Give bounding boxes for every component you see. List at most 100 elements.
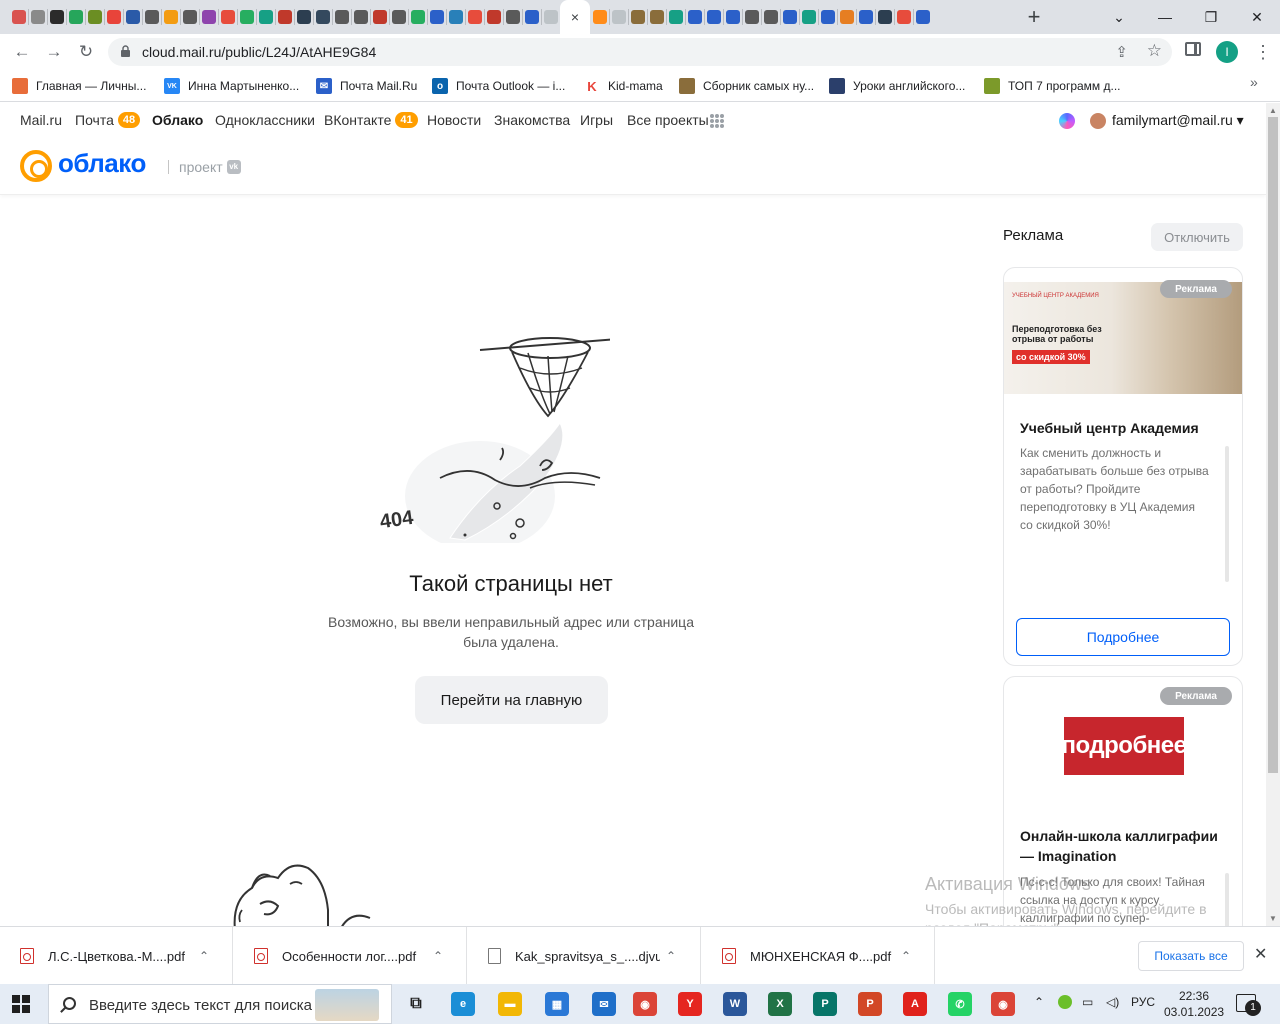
download-item[interactable]: Kak_spravitsya_s_....djvu ⌃ [468,927,701,985]
pinned-tab-17[interactable] [332,9,351,25]
close-tab-icon[interactable]: × [571,9,579,25]
background-tab-8[interactable] [742,9,761,25]
pinned-tab-0[interactable] [9,9,28,25]
share-icon[interactable]: ⇪ [1115,43,1128,61]
show-all-downloads-button[interactable]: Показать все [1138,941,1244,971]
chevron-up-icon[interactable]: ⌃ [433,949,443,963]
taskbar-clock[interactable]: 22:36 03.01.2023 [1164,988,1224,1020]
pinned-tab-1[interactable] [28,9,47,25]
ad-title-academy[interactable]: Учебный центр Академия [1020,418,1199,438]
cloud-logo-text[interactable]: облако [58,148,146,179]
portal-nav-item[interactable]: Облако [152,112,203,128]
pinned-tab-18[interactable] [351,9,370,25]
pinned-tab-11[interactable] [218,9,237,25]
background-tab-2[interactable] [628,9,647,25]
pinned-tab-24[interactable] [465,9,484,25]
background-tab-9[interactable] [761,9,780,25]
pinned-tab-14[interactable] [275,9,294,25]
pinned-tab-27[interactable] [522,9,541,25]
new-tab-button[interactable]: + [1024,5,1044,29]
pinned-tab-16[interactable] [313,9,332,25]
page-scrollbar[interactable]: ▲ ▼ [1266,103,1280,926]
tray-network-icon[interactable]: ▭ [1082,995,1093,1009]
excel-taskbar-icon[interactable]: X [768,992,792,1016]
tab-search-icon[interactable]: ⌄ [1096,0,1142,34]
pinned-tab-23[interactable] [446,9,465,25]
pinned-tab-8[interactable] [161,9,180,25]
portal-nav-item[interactable]: Игры [580,112,613,128]
bookmark-item[interactable]: VK Инна Мартыненко... [164,76,299,96]
portal-nav-item[interactable]: Знакомства [494,112,570,128]
pinned-tab-19[interactable] [370,9,389,25]
portal-nav-item[interactable]: Все проекты [627,112,709,128]
bookmark-item[interactable]: Главная — Личны... [12,76,146,96]
yandex-taskbar-icon[interactable]: Y [678,992,702,1016]
download-item[interactable]: Особенности лог....pdf ⌃ [234,927,467,985]
pinned-tab-20[interactable] [389,9,408,25]
pinned-tab-3[interactable] [66,9,85,25]
background-tab-6[interactable] [704,9,723,25]
pinned-tab-7[interactable] [142,9,161,25]
background-tab-14[interactable] [856,9,875,25]
background-tab-13[interactable] [837,9,856,25]
address-bar[interactable]: cloud.mail.ru/public/L24J/AtAHE9G84 ⇪ ☆ [108,38,1172,66]
pinned-tab-10[interactable] [199,9,218,25]
bookmark-item[interactable]: Сборник самых ну... [679,76,814,96]
cloud-logo-icon[interactable] [20,150,52,182]
background-tab-1[interactable] [609,9,628,25]
tray-app-icon[interactable] [1058,995,1072,1009]
all-projects-grid-icon[interactable] [710,114,724,128]
pinned-tab-21[interactable] [408,9,427,25]
bookmark-item[interactable]: K Kid-mama [584,76,663,96]
bookmark-item[interactable]: Уроки английского... [829,76,965,96]
url-text[interactable]: cloud.mail.ru/public/L24J/AtAHE9G84 [142,44,376,60]
pinned-tab-5[interactable] [104,9,123,25]
browser-menu-icon[interactable]: ⋮ [1254,40,1272,64]
pinned-tab-9[interactable] [180,9,199,25]
ad-card-academy[interactable]: УЧЕБНЫЙ ЦЕНТР АКАДЕМИЯ Переподготовка бе… [1003,267,1243,666]
maximize-button[interactable]: ❐ [1188,0,1234,34]
scroll-down-icon[interactable]: ▼ [1269,914,1277,923]
word-taskbar-icon[interactable]: W [723,992,747,1016]
publisher-taskbar-icon[interactable]: P [813,992,837,1016]
bookmark-item[interactable]: o Почта Outlook — i... [432,76,565,96]
active-tab[interactable]: × [560,0,590,34]
scrollbar-thumb[interactable] [1268,117,1278,773]
ad-more-button[interactable]: Подробнее [1016,618,1230,656]
chevron-up-icon[interactable]: ⌃ [901,949,911,963]
portal-nav-item[interactable]: Новости [427,112,481,128]
tray-volume-icon[interactable]: ◁) [1106,995,1119,1009]
explorer-taskbar-icon[interactable]: ▬ [498,992,522,1016]
mail-taskbar-icon[interactable]: ✉ [592,992,616,1016]
acrobat-taskbar-icon[interactable]: A [903,992,927,1016]
powerpoint-taskbar-icon[interactable]: P [858,992,882,1016]
back-icon[interactable]: ← [10,40,34,64]
bookmark-item[interactable]: ✉ Почта Mail.Ru [316,76,417,96]
reload-icon[interactable]: ↻ [74,40,98,64]
scroll-up-icon[interactable]: ▲ [1269,106,1277,115]
windows-start-icon[interactable] [12,995,30,1013]
search-highlight-image[interactable] [315,989,379,1021]
pinned-tab-2[interactable] [47,9,66,25]
pinned-tab-15[interactable] [294,9,313,25]
background-tab-0[interactable] [590,9,609,25]
bookmark-star-icon[interactable]: ☆ [1147,41,1162,61]
forward-icon[interactable]: → [42,40,66,64]
ad-title-calligraphy[interactable]: Онлайн-школа каллиграфии — Imagination [1020,826,1235,866]
go-home-button[interactable]: Перейти на главную [415,676,608,724]
pinned-tab-25[interactable] [484,9,503,25]
ad-text-scrollbar[interactable] [1225,446,1229,582]
bookmark-item[interactable]: ТОП 7 программ д... [984,76,1121,96]
chevron-up-icon[interactable]: ⌃ [666,949,676,963]
pinned-tab-6[interactable] [123,9,142,25]
chevron-up-icon[interactable]: ⌃ [199,949,209,963]
pinned-tab-26[interactable] [503,9,522,25]
disable-ads-button[interactable]: Отключить [1151,223,1243,251]
background-tab-7[interactable] [723,9,742,25]
pinned-tab-22[interactable] [427,9,446,25]
portal-nav-item[interactable]: Одноклассники [215,112,315,128]
taskbar-search-box[interactable]: Введите здесь текст для поиска [48,984,392,1024]
portal-nav-item[interactable]: Почта 48 [75,112,141,128]
ad-text-academy[interactable]: Как сменить должность и зарабатывать бол… [1020,444,1210,534]
chrome-active-taskbar-icon[interactable]: ◉ [991,992,1015,1016]
